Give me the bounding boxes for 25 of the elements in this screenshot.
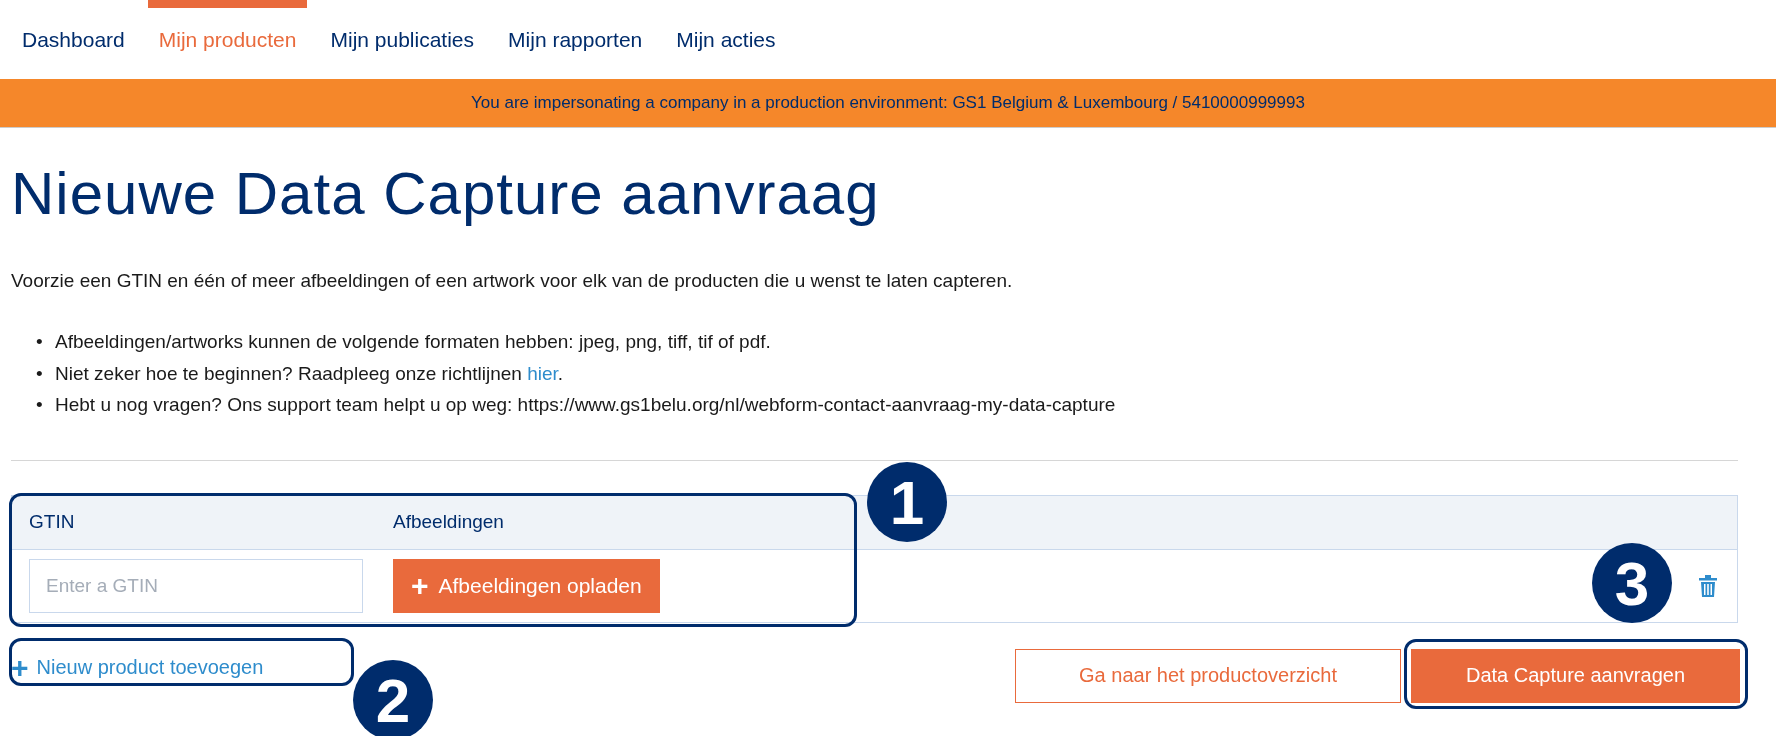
column-header: Afbeeldingen [392, 511, 505, 533]
step-number: 3 [1592, 543, 1672, 623]
bullet-marker: • [36, 393, 44, 417]
nav-tab[interactable]: Dashboard [11, 0, 136, 79]
bullet-item: Hebt u nog vragen? Ons support team helpt u op weg: https://www.gs1belu.org/nl/webform-contact-aanvraag-my-data-capture [55, 394, 1116, 415]
intro-text: Voorzie een GTIN en één of meer afbeeldingen of een artwork voor elk van de producten die u wenst te laten capteren. [11, 270, 1014, 292]
trash-icon[interactable] [1699, 574, 1717, 597]
gtin-input[interactable]: Enter a GTIN [29, 558, 363, 613]
bullet-marker: • [36, 330, 44, 354]
bullet-item: Afbeeldingen/artworks kunnen de volgende formaten hebben: jpeg, png, tiff, tif of pdf. [55, 331, 771, 352]
step-number: 2 [353, 660, 433, 736]
upload-button[interactable]: + Afbeeldingen opladen [393, 558, 660, 613]
step-number: 1 [867, 462, 947, 542]
guidelines-link[interactable]: hier [527, 362, 558, 384]
bullet-item: Niet zeker hoe te beginnen? Raadpleeg onze richtlijnen hier. [55, 362, 564, 384]
nav-tab[interactable]: Mijn acties [665, 0, 787, 79]
overview-button[interactable]: Ga naar het productoverzicht [1015, 648, 1401, 703]
banner-text: You are impersonating a company in a production environment: GS1 Belgium & Luxembourg / 5410000999993 [471, 93, 1305, 113]
add-product-link[interactable]: + Nieuw product toevoegen [11, 652, 264, 683]
bullet-marker: • [36, 361, 44, 386]
nav-tab[interactable]: Mijn rapporten [497, 0, 654, 79]
column-header: GTIN [28, 511, 76, 533]
nav-tab[interactable]: Mijn publicaties [319, 0, 486, 79]
request-button[interactable]: Data Capture aanvragen [1411, 648, 1740, 703]
page-title: Nieuwe Data Capture aanvraag [11, 164, 881, 224]
